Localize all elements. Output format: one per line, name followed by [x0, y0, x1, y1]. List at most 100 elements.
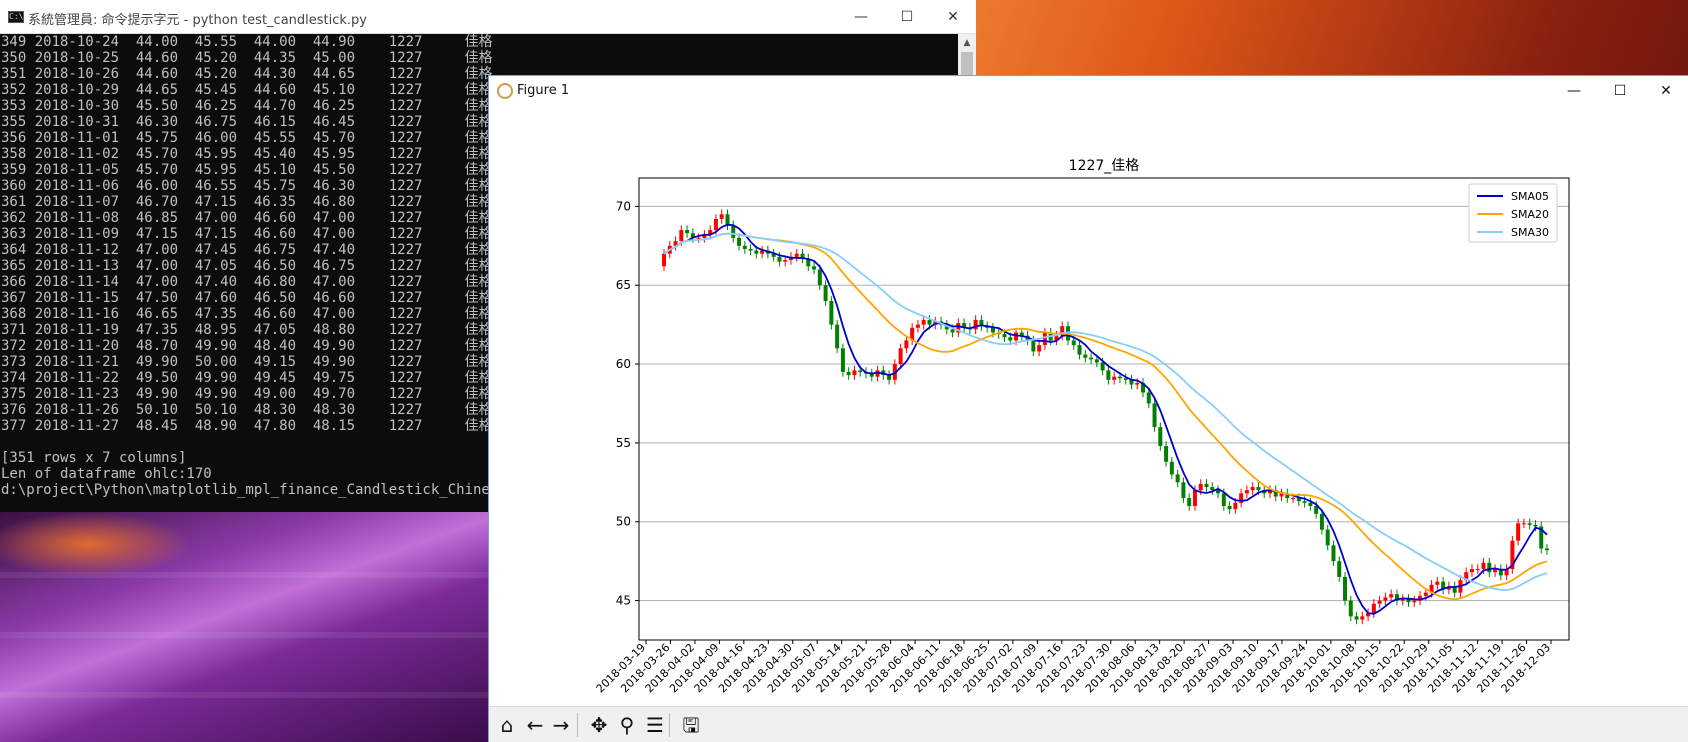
- candle-body: [1002, 334, 1007, 338]
- y-tick-label: 65: [616, 278, 631, 292]
- candle-body: [1533, 524, 1538, 527]
- candle-body: [829, 300, 834, 325]
- candle-body: [1175, 474, 1180, 483]
- home-icon[interactable]: ⌂: [493, 711, 521, 739]
- pan-icon[interactable]: ✥: [585, 711, 613, 739]
- candle-body: [783, 259, 788, 262]
- candle-body: [1475, 569, 1480, 571]
- console-titlebar[interactable]: C:\ 系統管理員: 命令提示字元 - python test_candlest…: [0, 0, 976, 34]
- candle-body: [1377, 600, 1382, 604]
- candle-body: [737, 237, 742, 246]
- y-tick-label: 60: [616, 357, 631, 371]
- candle-body: [1227, 505, 1232, 510]
- candle-body: [1302, 501, 1307, 503]
- legend-label: SMA20: [1511, 208, 1549, 221]
- save-icon[interactable]: 🖫: [677, 711, 705, 739]
- candle-body: [1545, 548, 1549, 551]
- candle-body: [1371, 603, 1376, 614]
- console-line: 350 2018-10-25 44.60 45.20 44.35 45.00 1…: [1, 50, 493, 66]
- candle-body: [817, 269, 822, 286]
- candle-body: [1354, 616, 1359, 620]
- minimize-button[interactable]: —: [838, 0, 884, 34]
- candle-body: [1423, 592, 1428, 596]
- candle-body: [1325, 529, 1330, 546]
- candle-body: [1031, 340, 1036, 352]
- back-icon[interactable]: ←: [521, 711, 549, 739]
- candle-body: [1469, 569, 1474, 573]
- candle-body: [1077, 345, 1082, 355]
- forward-icon[interactable]: →: [547, 711, 575, 739]
- candle-body: [1521, 523, 1526, 525]
- maximize-button[interactable]: ☐: [1597, 76, 1643, 106]
- console-app-icon: C:\: [8, 11, 24, 23]
- wallpaper-ridge: [0, 632, 490, 638]
- candle-body: [696, 237, 701, 239]
- candle-body: [1089, 357, 1094, 360]
- candle-body: [835, 324, 840, 349]
- candle-body: [1221, 493, 1226, 506]
- candle-body: [1187, 498, 1192, 506]
- candle-body: [1308, 502, 1313, 506]
- candle-body: [719, 214, 724, 219]
- candle-body: [915, 324, 920, 328]
- candle-body: [1106, 370, 1111, 380]
- candle-body: [1014, 332, 1019, 341]
- candle-body: [1487, 562, 1492, 573]
- series-line-sma30: [663, 232, 1548, 592]
- candle-body: [1244, 490, 1249, 494]
- candle-body: [1435, 581, 1440, 585]
- candle-body: [898, 348, 903, 365]
- candle-body: [1233, 502, 1238, 510]
- figure-titlebar[interactable]: Figure 1 — ☐ ✕: [489, 76, 1688, 106]
- figure-title: Figure 1: [517, 83, 570, 98]
- candle-body: [1071, 340, 1076, 346]
- plot-canvas[interactable]: 45 50 55 60 65 70 1227_佳格 2018-03-19 2018-03-26 2…: [489, 106, 1688, 701]
- legend-label: SMA30: [1511, 226, 1549, 239]
- matplotlib-icon: [497, 83, 513, 99]
- candle-body: [754, 250, 759, 254]
- candle-body: [1516, 523, 1521, 541]
- candle-body: [812, 266, 817, 270]
- candle-body: [904, 340, 909, 349]
- candle-body: [1146, 392, 1151, 404]
- console-line: 349 2018-10-24 44.00 45.55 44.00 44.90 1…: [1, 34, 493, 50]
- y-tick-label: 45: [616, 594, 631, 608]
- maximize-button[interactable]: ☐: [884, 0, 930, 34]
- series-line-sma20: [663, 232, 1548, 601]
- desktop-wallpaper-lower: [0, 512, 490, 742]
- candle-body: [1037, 345, 1042, 352]
- candle-body: [1291, 498, 1296, 500]
- candle-body: [1250, 487, 1255, 491]
- zoom-icon[interactable]: ⚲: [613, 711, 641, 739]
- candle-body: [1360, 616, 1365, 620]
- minimize-button[interactable]: —: [1551, 76, 1597, 106]
- navigation-toolbar: ⌂ ← → ✥ ⚲ ☰ 🖫: [489, 706, 1688, 742]
- candle-body: [1256, 487, 1261, 491]
- console-title: 系統管理員: 命令提示字元 - python test_candlestick.…: [28, 13, 367, 28]
- scroll-up-icon[interactable]: ▲: [958, 34, 976, 52]
- candle-body: [777, 256, 782, 262]
- candle-body: [742, 245, 747, 249]
- candle-body: [1481, 562, 1486, 570]
- candle-body: [1319, 513, 1324, 530]
- y-tick-label: 70: [616, 199, 631, 213]
- candle-body: [1343, 576, 1348, 601]
- candle-body: [1527, 523, 1532, 525]
- close-button[interactable]: ✕: [1643, 76, 1688, 106]
- close-button[interactable]: ✕: [930, 0, 976, 34]
- candle-body: [846, 371, 851, 376]
- candle-body: [1331, 545, 1336, 562]
- candle-body: [1083, 354, 1088, 358]
- wallpaper-ridge: [0, 692, 490, 698]
- toolbar-separator: [669, 713, 670, 737]
- candle-body: [1112, 376, 1117, 380]
- candle-body: [1169, 461, 1174, 475]
- figure-window[interactable]: Figure 1 — ☐ ✕ 45 50 55 60 65 70 1227_佳格 2018-0…: [488, 75, 1688, 742]
- candle-body: [921, 319, 926, 325]
- candle-body: [1412, 600, 1417, 603]
- candle-body: [1204, 483, 1209, 488]
- candle-body: [950, 329, 955, 333]
- candle-body: [840, 348, 845, 372]
- y-tick-label: 50: [616, 515, 631, 529]
- configure-subplots-icon[interactable]: ☰: [641, 711, 669, 739]
